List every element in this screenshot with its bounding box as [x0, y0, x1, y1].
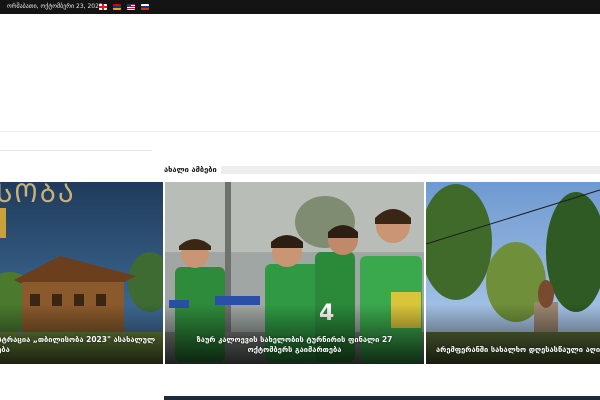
news-title-1[interactable]: ადმინისტრაცია „თბილისობა 2023" ასახალულ …	[0, 335, 160, 355]
news-card-2[interactable]: 4 ზაურ კალოევის სახელობის ტურნირის ფინალ…	[165, 182, 424, 364]
section-title-news: ახალი ამბები	[164, 165, 217, 174]
sidebar-divider	[0, 150, 152, 151]
top-bar: ორშაბათი, ოქტომბერი 23, 2023	[0, 0, 600, 14]
section-title-strip	[221, 166, 600, 174]
usa-flag-icon[interactable]	[127, 4, 135, 10]
armenia-flag-icon[interactable]	[113, 4, 121, 10]
news-card-3[interactable]: არემფერანში სახალხო დღესასწაული აღინიშნე…	[426, 182, 600, 364]
next-section-bar	[164, 396, 600, 400]
news-title-2[interactable]: ზაურ კალოევის სახელობის ტურნირის ფინალი …	[175, 335, 414, 355]
russia-flag-icon[interactable]	[141, 4, 149, 10]
header-divider	[0, 131, 600, 132]
georgia-flag-icon[interactable]	[99, 4, 107, 10]
news-title-3[interactable]: არემფერანში სახალხო დღესასწაული აღინიშნე…	[436, 345, 600, 355]
news-card-1[interactable]: ᲡᲝᲑᲐ ადმინისტრაცია „თბილისობა 2023" ასახ…	[0, 182, 163, 364]
news-image-1-text: ᲡᲝᲑᲐ	[0, 182, 76, 209]
current-date: ორშაბათი, ოქტომბერი 23, 2023	[7, 3, 103, 10]
